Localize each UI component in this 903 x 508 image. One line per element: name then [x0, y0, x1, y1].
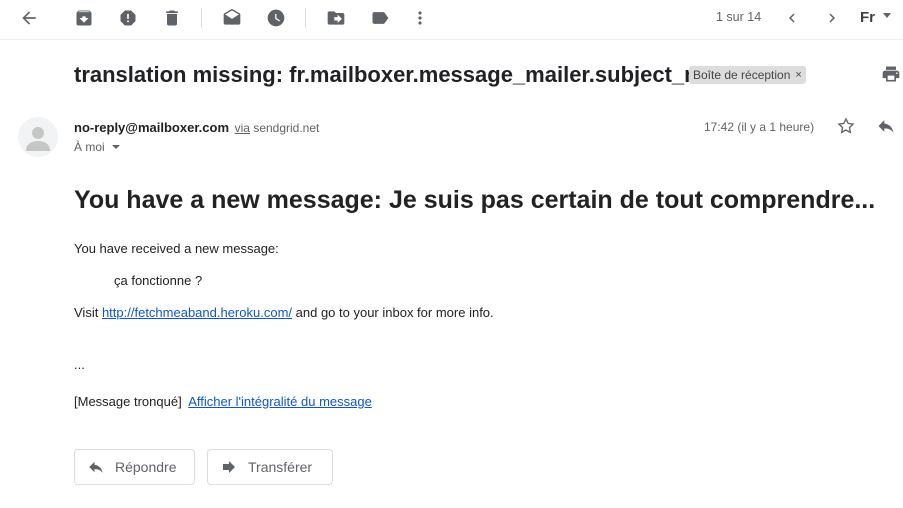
- delete-button[interactable]: [159, 5, 185, 31]
- back-button[interactable]: [16, 5, 42, 31]
- sender-avatar: [18, 117, 58, 157]
- archive-button[interactable]: [71, 5, 97, 31]
- fetchmeaband-link[interactable]: http://fetchmeaband.heroku.com/: [102, 305, 292, 320]
- reply-icon: [878, 120, 894, 133]
- toolbar-divider: [305, 8, 306, 28]
- reply-icon: [89, 461, 103, 473]
- more-vertical-icon: [418, 11, 422, 25]
- clock-icon: [267, 9, 285, 27]
- move-to-folder-icon: [327, 11, 345, 25]
- sender-line: no-reply@mailboxer.com via sendgrid.net: [74, 120, 319, 135]
- recipient-details-caret-icon[interactable]: [112, 145, 120, 149]
- visit-suffix: and go to your inbox for more info.: [295, 305, 494, 320]
- inbox-label-chip[interactable]: Boîte de réception ×: [689, 66, 806, 84]
- reply-button[interactable]: Répondre: [74, 449, 195, 485]
- remove-label-button[interactable]: ×: [795, 69, 801, 81]
- printer-icon: [882, 66, 900, 82]
- label-icon: [372, 12, 389, 24]
- move-to-button[interactable]: [323, 5, 349, 31]
- email-subject: translation missing: fr.mailboxer.messag…: [74, 62, 727, 87]
- via-link[interactable]: via: [235, 121, 250, 135]
- label-chip-text: Boîte de réception: [693, 68, 791, 82]
- message-intro: You have received a new message:: [74, 241, 279, 256]
- chevron-left-icon: [789, 13, 795, 23]
- pager-count: 1 sur 14: [716, 10, 762, 24]
- star-button[interactable]: [836, 116, 858, 138]
- message-heading: You have a new message: Je suis pas cert…: [74, 186, 876, 214]
- mark-unread-button[interactable]: [219, 5, 245, 31]
- message-quote: ça fonctionne ?: [114, 273, 203, 288]
- via-text: via sendgrid.net: [235, 121, 320, 135]
- trash-icon: [166, 10, 178, 26]
- forward-button[interactable]: Transférer: [207, 449, 333, 485]
- visit-line: Visit http://fetchmeaband.heroku.com/ an…: [74, 305, 494, 320]
- truncated-label: [Message tronqué]: [74, 394, 182, 409]
- label-button[interactable]: [367, 5, 393, 31]
- visit-prefix: Visit: [74, 305, 99, 320]
- toolbar-divider: [201, 8, 202, 28]
- chevron-right-icon: [829, 13, 835, 23]
- forward-button-label: Transférer: [248, 459, 313, 475]
- print-button[interactable]: [881, 64, 903, 86]
- sender-email[interactable]: no-reply@mailboxer.com: [74, 120, 229, 135]
- envelope-open-icon: [223, 8, 241, 25]
- recipient-toggle[interactable]: À moi: [74, 140, 105, 154]
- snooze-button[interactable]: [263, 5, 289, 31]
- via-domain: sendgrid.net: [253, 121, 320, 135]
- forward-icon: [223, 461, 235, 473]
- star-outline-icon: [837, 117, 855, 134]
- arrow-left-icon: [22, 11, 36, 25]
- archive-icon: [76, 10, 92, 26]
- reply-button-label: Répondre: [115, 459, 177, 475]
- person-icon: [26, 127, 50, 151]
- report-spam-icon: [120, 10, 136, 26]
- view-full-message-link[interactable]: Afficher l'intégralité du message: [188, 394, 372, 409]
- caret-down-icon[interactable]: [883, 13, 891, 18]
- next-message-button[interactable]: [819, 5, 845, 31]
- report-spam-button[interactable]: [115, 5, 141, 31]
- input-language-button[interactable]: Fr: [860, 9, 875, 26]
- truncated-line: [Message tronqué] Afficher l'intégralité…: [74, 394, 372, 409]
- reply-icon-button[interactable]: [876, 116, 898, 138]
- message-timestamp: 17:42 (il y a 1 heure): [704, 120, 815, 134]
- toolbar: 1 sur 14 Fr: [0, 0, 903, 40]
- message-ellipsis: ...: [74, 357, 85, 372]
- more-options-button[interactable]: [407, 5, 433, 31]
- previous-message-button[interactable]: [779, 5, 805, 31]
